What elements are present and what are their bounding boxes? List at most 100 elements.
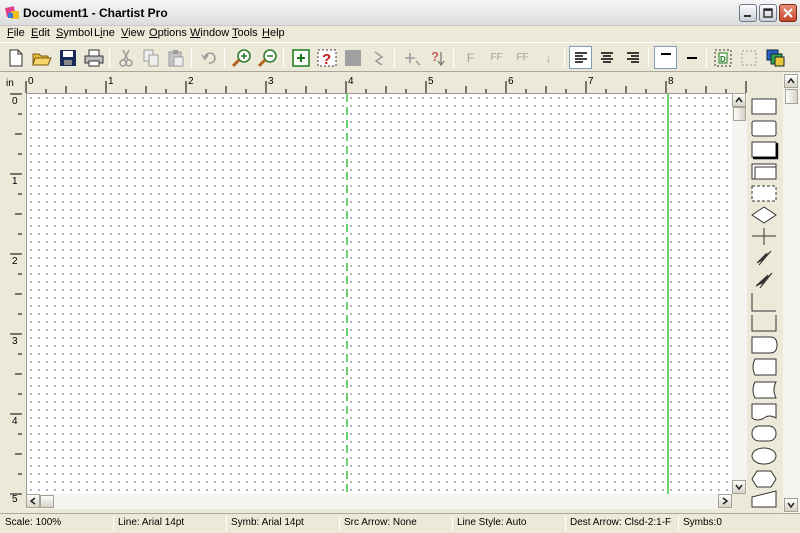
shadow-box-symbol <box>751 141 777 158</box>
format-button-3[interactable]: FF <box>511 46 534 69</box>
zoom-out-icon <box>257 48 277 67</box>
status-src-arrow: Src Arrow: None <box>344 517 417 528</box>
chevron-left-icon <box>30 497 36 505</box>
windows-button[interactable] <box>764 46 787 69</box>
rounded-process-symbol <box>751 120 777 137</box>
save-icon <box>59 49 76 66</box>
vertical-scrollbar[interactable] <box>732 93 747 494</box>
decision-button[interactable]: ? <box>315 46 338 69</box>
scroll-left-button[interactable] <box>26 494 40 508</box>
paste-button[interactable] <box>164 46 187 69</box>
format-button-1[interactable]: F <box>459 46 482 69</box>
scroll-up-button[interactable] <box>732 93 746 107</box>
zoom-out-button[interactable] <box>256 46 279 69</box>
menu-line[interactable]: Line <box>94 27 115 39</box>
horizontal-scrollbar[interactable] <box>26 494 732 509</box>
drawing-canvas[interactable] <box>26 93 732 495</box>
ruler-label: 1 <box>12 176 18 187</box>
status-separator <box>452 516 453 531</box>
menu-edit[interactable]: Edit <box>31 27 50 39</box>
ruler-label: 1 <box>108 76 114 87</box>
lightning-symbol <box>756 250 772 266</box>
window-title: Document1 - Chartist Pro <box>23 6 168 20</box>
status-separator <box>226 516 227 531</box>
menu-file[interactable]: File <box>7 27 25 39</box>
undo-button[interactable] <box>197 46 220 69</box>
status-symbol-count: Symbs:0 <box>683 517 722 528</box>
menu-symbol[interactable]: Symbol <box>56 27 93 39</box>
svg-text:?: ? <box>322 51 331 67</box>
horizontal-scroll-thumb[interactable] <box>40 495 54 508</box>
menu-help[interactable]: Help <box>262 27 285 39</box>
menu-tools[interactable]: Tools <box>232 27 258 39</box>
ruler-label: 5 <box>428 76 434 87</box>
format-button-4[interactable]: ↓ <box>537 46 560 69</box>
chevron-up-icon <box>787 78 795 84</box>
chevron-right-icon <box>722 497 728 505</box>
vertical-ruler: 0 1 2 3 4 5 <box>0 93 22 513</box>
save-button[interactable] <box>56 46 79 69</box>
select-region-button[interactable] <box>737 46 760 69</box>
align-center-button[interactable] <box>595 46 618 69</box>
printer-icon <box>84 49 103 66</box>
scroll-down-button[interactable] <box>732 480 746 494</box>
menu-options[interactable]: Options <box>149 27 187 39</box>
status-line-style: Line Style: Auto <box>457 517 527 528</box>
align-left-button[interactable] <box>569 46 592 69</box>
text-top-icon <box>660 52 671 55</box>
minimize-button[interactable] <box>739 4 757 22</box>
fill-color-button[interactable] <box>341 46 364 69</box>
insert-button[interactable] <box>400 46 423 69</box>
status-scale: Scale: 100% <box>5 517 62 528</box>
format-button-2[interactable]: FF <box>485 46 508 69</box>
open-button[interactable] <box>30 46 53 69</box>
select-box-icon: D <box>714 49 731 66</box>
palette-scroll-thumb[interactable] <box>785 89 798 104</box>
title-bar[interactable]: Document1 - Chartist Pro <box>0 0 800 26</box>
palette-scroll-down-button[interactable] <box>784 498 798 512</box>
maximize-icon <box>763 8 773 18</box>
zoom-in-button[interactable] <box>230 46 253 69</box>
insert-decision-button[interactable]: ? <box>426 46 449 69</box>
toolbar-separator <box>224 48 225 67</box>
maximize-button[interactable] <box>759 4 777 22</box>
new-button[interactable] <box>4 46 27 69</box>
question-box-icon: ? <box>317 49 336 67</box>
text-top-button[interactable] <box>654 46 677 69</box>
palette-scrollbar[interactable] <box>783 73 800 513</box>
close-button[interactable] <box>779 4 797 22</box>
toolbar-separator <box>453 48 454 67</box>
ruler-label: 2 <box>188 76 194 87</box>
menu-view[interactable]: View <box>121 27 145 39</box>
toolbar-separator <box>564 48 565 67</box>
connector-button[interactable] <box>367 46 390 69</box>
align-right-button[interactable] <box>621 46 644 69</box>
copy-button[interactable] <box>139 46 162 69</box>
align-right-icon <box>626 51 639 63</box>
ellipse-symbol <box>751 447 777 465</box>
open-folder-icon <box>31 53 52 65</box>
lightning-bolt-symbol <box>755 272 773 289</box>
vertical-scroll-thumb[interactable] <box>733 107 746 121</box>
toolbar-separator <box>191 48 192 67</box>
insert-question-icon: ? <box>431 49 445 66</box>
scroll-right-button[interactable] <box>718 494 732 508</box>
marquee-icon <box>741 50 756 65</box>
select-all-button[interactable]: D <box>711 46 734 69</box>
text-middle-button[interactable] <box>680 46 703 69</box>
add-symbol-button[interactable] <box>289 46 312 69</box>
decision-symbol <box>751 206 777 224</box>
chevron-up-icon <box>735 97 743 103</box>
cut-button[interactable] <box>114 46 137 69</box>
palette-scroll-up-button[interactable] <box>784 74 798 88</box>
ruler-label: 3 <box>12 336 18 347</box>
ruler-label: 0 <box>12 96 18 107</box>
toolbar-separator <box>648 48 649 67</box>
print-button[interactable] <box>82 46 105 69</box>
insert-plus-icon <box>404 52 420 65</box>
toolbar: ? ? F FF FF ↓ D <box>0 42 800 72</box>
ruler-label: 7 <box>588 76 594 87</box>
menu-window[interactable]: Window <box>190 27 229 39</box>
toolbar-separator <box>283 48 284 67</box>
text-middle-icon <box>686 56 697 59</box>
